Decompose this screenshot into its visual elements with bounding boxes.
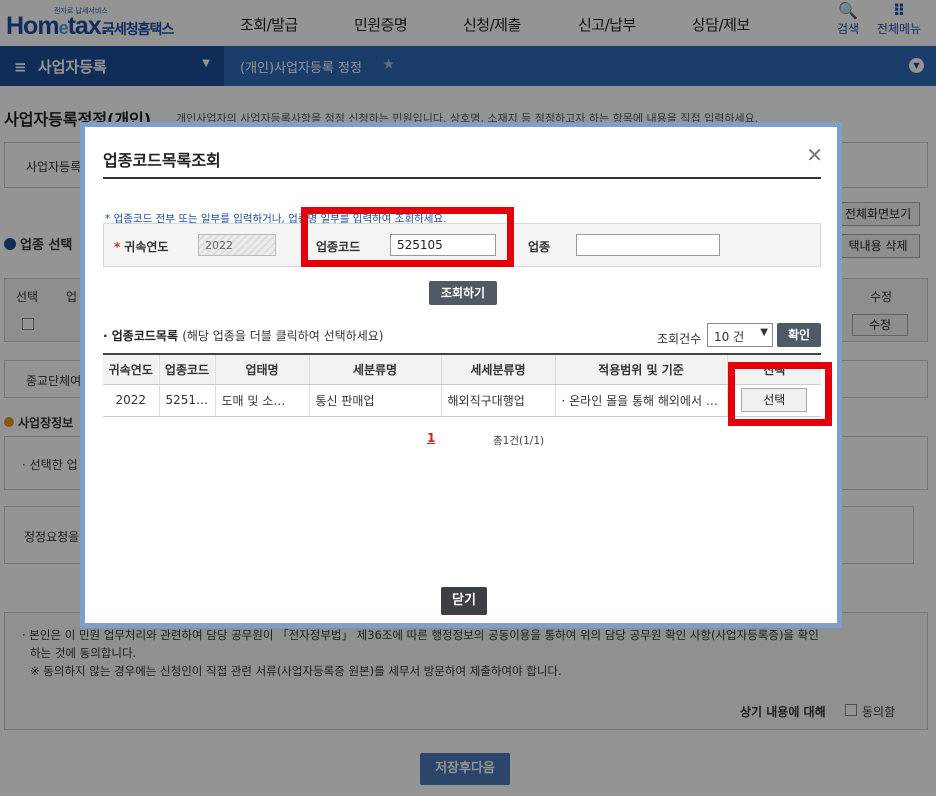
- cell-detail-category: 해외직구대행업: [441, 384, 556, 417]
- table-row[interactable]: 2022 525105 도매 및 소… 통신 판매업 해외직구대행업 · 온라인…: [103, 384, 821, 417]
- cell-code: 525105: [159, 384, 216, 417]
- close-button[interactable]: 닫기: [441, 587, 487, 615]
- cell-year: 2022: [103, 384, 160, 417]
- business-input[interactable]: [576, 234, 720, 256]
- col-scope: 적용범위 및 기준: [555, 354, 728, 385]
- year-label: * 귀속연도: [114, 240, 169, 254]
- cell-scope: · 온라인 몰을 통해 해외에서 …: [555, 384, 728, 417]
- count-value: 10 건: [714, 330, 745, 344]
- count-label: 조회건수: [657, 332, 702, 346]
- confirm-button[interactable]: 확인: [777, 323, 821, 347]
- chevron-down-icon: ▼: [760, 327, 768, 338]
- list-heading: · 업종코드목록 (해당 업종을 더블 클릭하여 선택하세요): [103, 329, 384, 343]
- cell-type: 도매 및 소…: [215, 384, 310, 417]
- code-table: 귀속연도 업종코드 업태명 세분류명 세세분류명 적용범위 및 기준 선택 20…: [103, 353, 821, 417]
- business-label: 업종: [528, 240, 551, 254]
- col-code: 업종코드: [159, 354, 216, 385]
- page-link-current[interactable]: 1: [427, 431, 435, 445]
- page-total: 총1건(1/1): [493, 435, 545, 447]
- highlight-select-button: [728, 362, 832, 426]
- search-button[interactable]: 조회하기: [429, 281, 497, 305]
- col-subcategory: 세분류명: [309, 354, 442, 385]
- count-select[interactable]: 10 건 ▼: [707, 323, 773, 347]
- modal-title: 업종코드목록조회: [103, 151, 221, 170]
- year-field: 2022: [198, 234, 276, 256]
- title-divider: [103, 177, 821, 179]
- col-year: 귀속연도: [103, 354, 160, 385]
- cell-subcategory: 통신 판매업: [309, 384, 442, 417]
- required-mark: *: [114, 240, 121, 254]
- col-type: 업태명: [215, 354, 310, 385]
- col-detail-category: 세세분류명: [441, 354, 556, 385]
- highlight-code-field: [301, 207, 514, 267]
- close-icon[interactable]: ✕: [806, 143, 823, 167]
